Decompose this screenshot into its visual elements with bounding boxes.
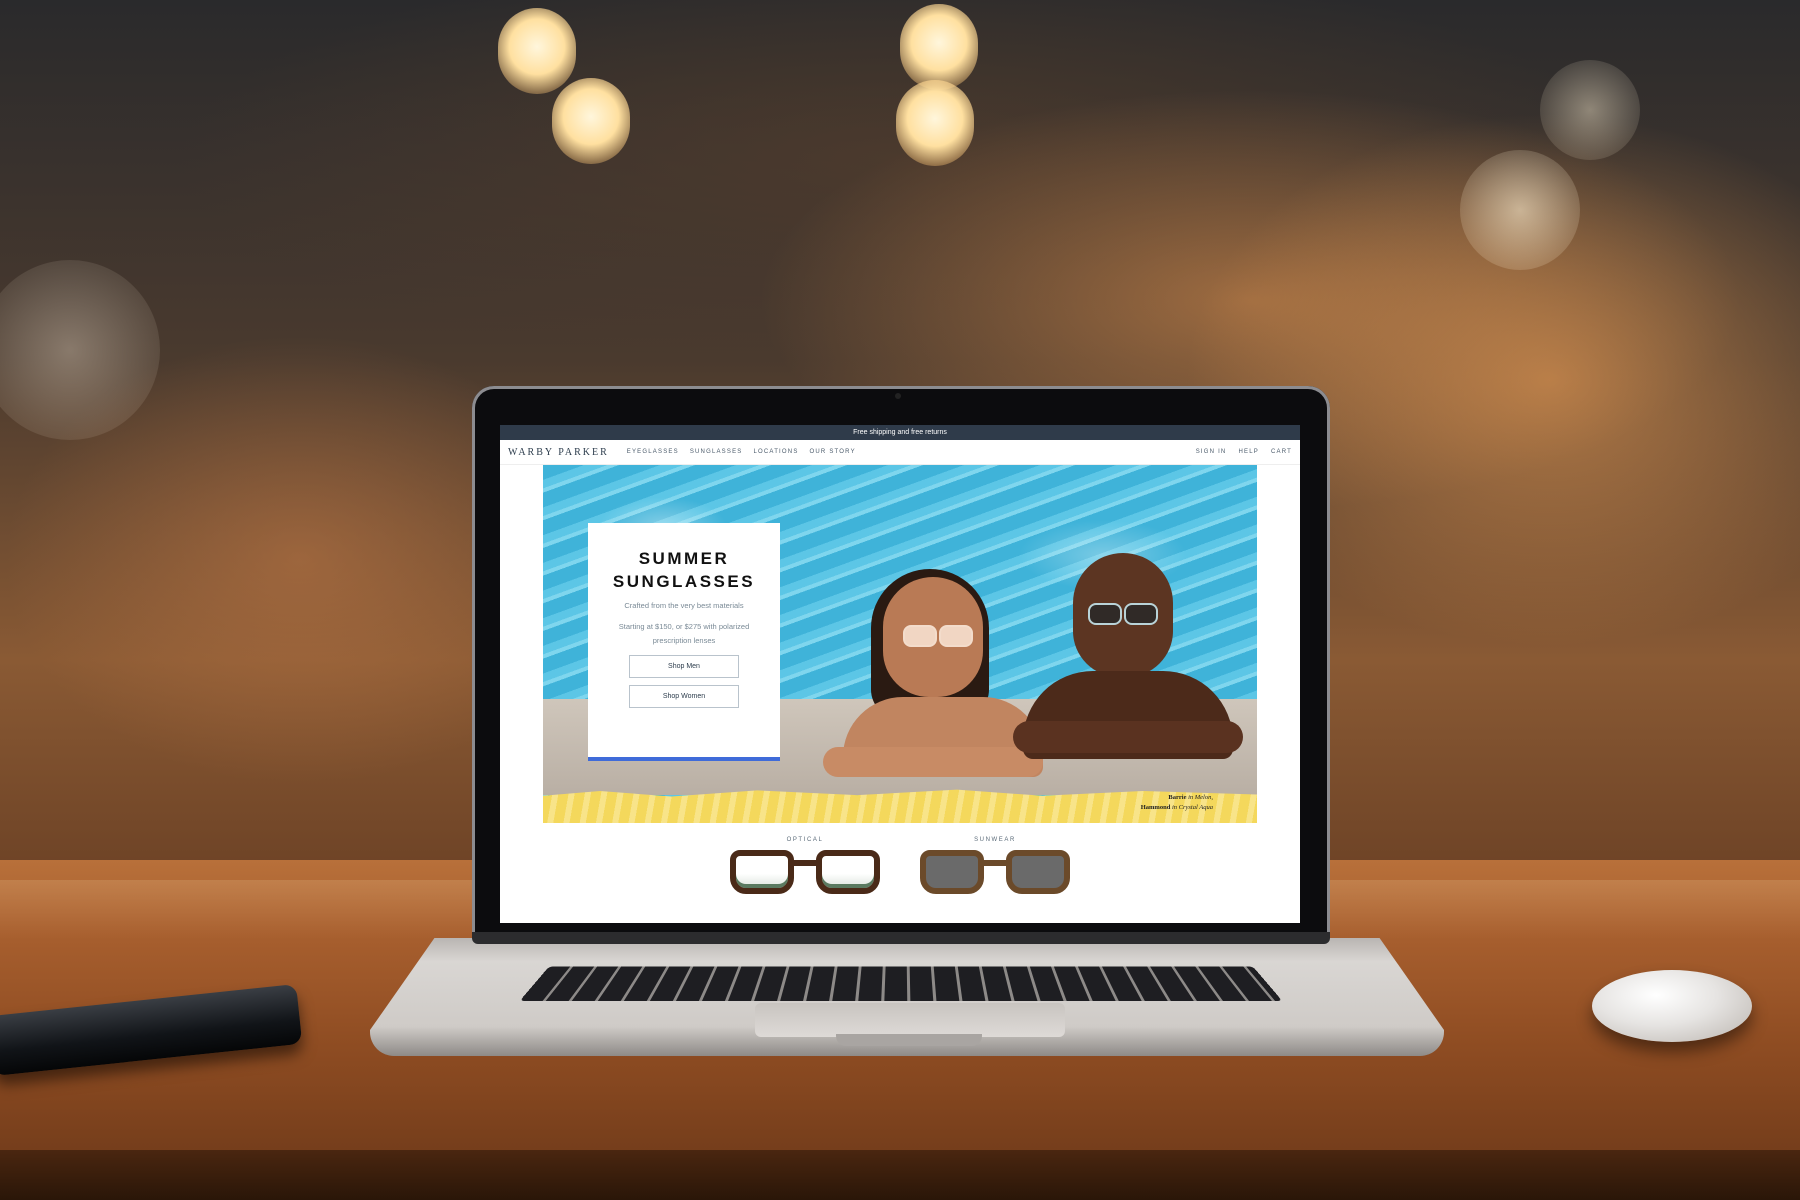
photo-caption: Barrie in Melon, Hammond in Crystal Aqua bbox=[1141, 793, 1213, 813]
computer-mouse bbox=[1592, 970, 1752, 1042]
category-optical[interactable]: OPTICAL bbox=[730, 837, 880, 894]
sunglasses-icon bbox=[903, 625, 973, 647]
hero-banner: SUMMER SUNGLASSES Crafted from the very … bbox=[543, 465, 1257, 823]
promo-card: SUMMER SUNGLASSES Crafted from the very … bbox=[588, 523, 780, 761]
nav-eyeglasses[interactable]: EYEGLASSES bbox=[627, 449, 679, 455]
cart-link[interactable]: CART bbox=[1271, 449, 1292, 455]
laptop-keyboard bbox=[519, 966, 1283, 1001]
nav-locations[interactable]: LOCATIONS bbox=[754, 449, 799, 455]
caption-color-2: in Crystal Aqua bbox=[1170, 804, 1213, 811]
help-link[interactable]: HELP bbox=[1238, 449, 1258, 455]
caption-color-1: in Melon, bbox=[1186, 794, 1213, 801]
webcam-icon bbox=[895, 393, 901, 399]
arms bbox=[823, 747, 1043, 777]
nav-our-story[interactable]: OUR STORY bbox=[810, 449, 856, 455]
bokeh-light bbox=[1460, 150, 1580, 270]
category-label: OPTICAL bbox=[786, 837, 824, 843]
hero-subtitle: Crafted from the very best materials bbox=[624, 601, 744, 610]
pendant-lamp bbox=[896, 80, 974, 166]
sunglasses-icon bbox=[1088, 603, 1158, 625]
hero-title: SUMMER SUNGLASSES bbox=[612, 549, 756, 591]
nav-sunglasses[interactable]: SUNGLASSES bbox=[690, 449, 743, 455]
sunglasses-icon bbox=[920, 850, 1070, 894]
promo-banner[interactable]: Free shipping and free returns bbox=[500, 425, 1300, 440]
category-sunwear[interactable]: SUNWEAR bbox=[920, 837, 1070, 894]
laptop-screen: Free shipping and free returns WARBY PAR… bbox=[500, 425, 1300, 923]
arms bbox=[1013, 721, 1243, 753]
eyeglasses-icon bbox=[730, 850, 880, 894]
site-header: WARBY PARKER EYEGLASSES SUNGLASSES LOCAT… bbox=[500, 440, 1300, 465]
account-nav: SIGN IN HELP CART bbox=[1184, 449, 1292, 455]
laptop-hinge bbox=[472, 932, 1330, 944]
pendant-lamp bbox=[900, 4, 978, 90]
caption-frame-2: Hammond bbox=[1140, 804, 1171, 811]
laptop-notch bbox=[836, 1034, 982, 1046]
site-logo[interactable]: WARBY PARKER bbox=[508, 447, 609, 458]
laptop-lid: Free shipping and free returns WARBY PAR… bbox=[472, 386, 1330, 944]
category-label: SUNWEAR bbox=[974, 837, 1016, 843]
hero-price: Starting at $150, or $275 with polarized… bbox=[618, 622, 750, 645]
caption-frame-1: Barrie bbox=[1168, 794, 1187, 801]
category-row: OPTICAL SUNWEAR bbox=[500, 837, 1300, 894]
pendant-lamp bbox=[498, 8, 576, 94]
woman-photo bbox=[823, 569, 1043, 789]
bokeh-light bbox=[1540, 60, 1640, 160]
shop-men-button[interactable]: Shop Men bbox=[629, 655, 739, 678]
shop-women-button[interactable]: Shop Women bbox=[629, 685, 739, 708]
pendant-lamp bbox=[552, 78, 630, 164]
man-photo bbox=[1013, 553, 1243, 789]
sign-in-link[interactable]: SIGN IN bbox=[1196, 449, 1227, 455]
laptop-trackpad bbox=[755, 1003, 1065, 1037]
table-edge bbox=[0, 1150, 1800, 1200]
